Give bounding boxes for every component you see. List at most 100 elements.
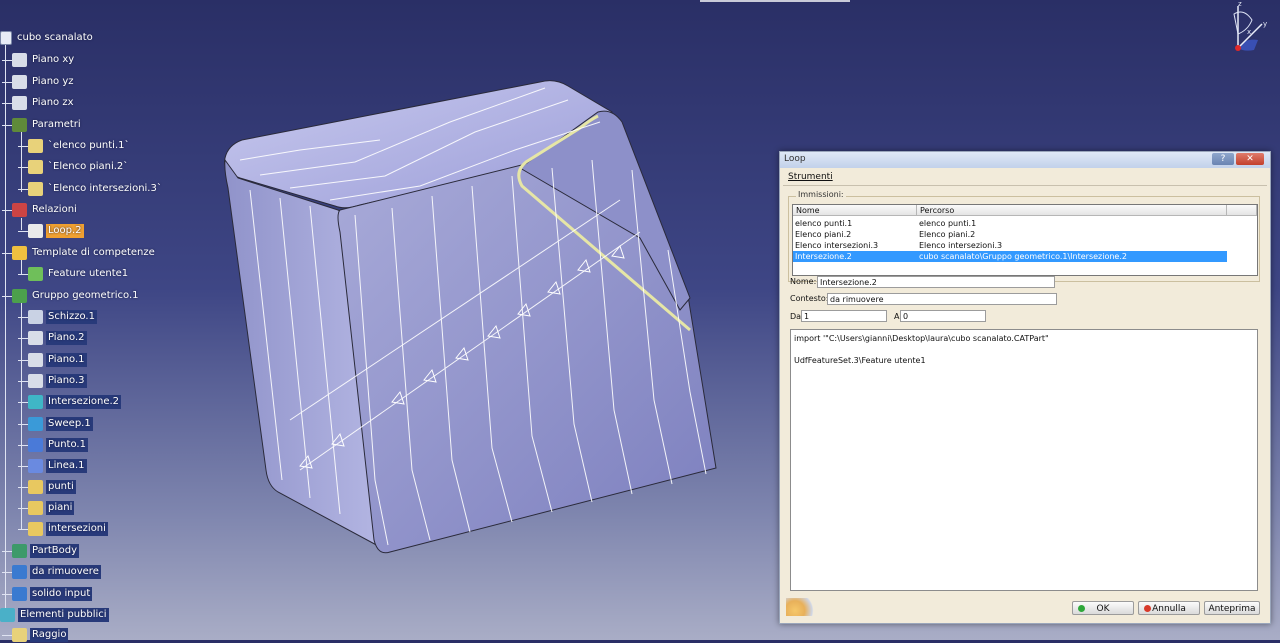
dialog-titlebar[interactable]: Loop ? ✕ <box>780 152 1270 168</box>
tree-node-label: Piano xy <box>32 54 75 65</box>
tree-node-label: piani <box>46 501 75 515</box>
tree-node-label: Relazioni <box>32 204 77 215</box>
body-icon <box>12 565 27 579</box>
specification-tree: cubo scanalato Piano xy Piano yz Piano zx P… <box>0 0 260 643</box>
tree-node[interactable]: `elenco punti.1` <box>28 138 131 154</box>
list-icon <box>28 501 43 515</box>
cell-nome: Elenco piani.2 <box>795 230 852 239</box>
tree-node[interactable]: Template di competenze <box>12 245 157 261</box>
parameters-icon <box>12 118 27 132</box>
tree-node[interactable]: Relazioni <box>12 202 79 218</box>
tree-node[interactable]: Intersezione.2 <box>28 394 122 410</box>
part-icon <box>0 31 12 45</box>
tree-node[interactable]: solido input <box>12 586 93 602</box>
tree-node[interactable]: Piano.1 <box>28 352 87 368</box>
list-icon <box>28 480 43 494</box>
tree-root-label: cubo scanalato <box>17 32 93 43</box>
tree-node[interactable]: Piano.3 <box>28 373 87 389</box>
a-label: A <box>894 312 900 321</box>
tree-node[interactable]: PartBody <box>12 543 79 559</box>
menu-strumenti[interactable]: Strumenti <box>788 172 833 182</box>
tree-node[interactable]: Punto.1 <box>28 437 88 453</box>
a-input[interactable]: 0 <box>900 310 986 322</box>
tree-node-label: Piano zx <box>32 97 74 108</box>
tree-node-label: Piano.2 <box>46 331 87 345</box>
plane-icon <box>12 75 27 89</box>
column-header-percorso[interactable]: Percorso <box>917 205 1227 216</box>
compass-icon[interactable]: z y x <box>1214 0 1274 60</box>
tree-node-label: `elenco punti.1` <box>48 140 130 151</box>
tree-node[interactable]: piani <box>28 500 75 516</box>
da-label: Da <box>790 312 802 321</box>
code-line: UdfFeatureSet.3\Feature utente1 <box>794 356 926 365</box>
compass-y-label: y <box>1263 20 1267 28</box>
tree-node[interactable]: `Elenco intersezioni.3` <box>28 181 164 197</box>
tree-node-label: solido input <box>30 587 93 601</box>
code-line: import '"C:\Users\gianni\Desktop\laura\c… <box>794 334 1049 343</box>
tree-node[interactable]: Piano xy <box>12 52 76 68</box>
tree-node-label: `Elenco piani.2` <box>48 161 129 172</box>
parameter-icon <box>28 160 43 174</box>
intersection-icon <box>28 395 43 409</box>
partbody-icon <box>12 544 27 558</box>
cell-percorso: cubo scanalato\Gruppo geometrico.1\Inter… <box>919 252 1127 261</box>
loop-dialog[interactable]: Loop ? ✕ Strumenti Immissioni: Nome Perc… <box>779 151 1271 624</box>
tree-root[interactable]: cubo scanalato <box>0 30 95 46</box>
close-button[interactable]: ✕ <box>1236 153 1264 165</box>
tree-node-label: Sweep.1 <box>46 417 93 431</box>
column-header-nome[interactable]: Nome <box>793 205 917 216</box>
tree-node[interactable]: da rimuovere <box>12 564 101 580</box>
tree-node[interactable]: `Elenco piani.2` <box>28 159 130 175</box>
tree-node[interactable]: Piano.2 <box>28 330 87 346</box>
tree-node-label: Gruppo geometrico.1 <box>32 290 139 301</box>
tree-node[interactable]: Piano yz <box>12 74 76 90</box>
table-row[interactable]: elenco punti.1 elenco punti.1 <box>793 218 1227 229</box>
sweep-icon <box>28 417 43 431</box>
tree-node-label: PartBody <box>30 544 79 558</box>
tree-node-label: Linea.1 <box>46 459 87 473</box>
tree-node[interactable]: Raggio <box>12 627 69 643</box>
help-button[interactable]: ? <box>1212 153 1234 165</box>
tree-node[interactable]: punti <box>28 479 76 495</box>
tree-node[interactable]: Piano zx <box>12 95 76 111</box>
table-row[interactable]: Elenco piani.2 Elenco piani.2 <box>793 229 1227 240</box>
ok-button[interactable]: OK <box>1072 601 1134 615</box>
cell-nome: elenco punti.1 <box>795 219 853 228</box>
publication-icon <box>0 608 15 622</box>
list-icon <box>28 522 43 536</box>
tree-node[interactable]: Schizzo.1 <box>28 309 97 325</box>
tree-node[interactable]: Gruppo geometrico.1 <box>12 288 141 304</box>
table-row[interactable]: Elenco intersezioni.3 Elenco intersezioni… <box>793 240 1227 251</box>
inputs-list[interactable]: Nome Percorso elenco punti.1 elenco punti… <box>792 204 1258 276</box>
script-editor[interactable]: import '"C:\Users\gianni\Desktop\laura\c… <box>790 329 1258 591</box>
tree-node-label: Intersezione.2 <box>46 395 122 409</box>
plane-icon <box>28 331 43 345</box>
column-header-extra[interactable] <box>1227 205 1257 216</box>
contesto-input[interactable]: da rimuovere <box>827 293 1057 305</box>
tree-node[interactable]: Elementi pubblici <box>0 607 109 623</box>
tree-node-label: Piano.3 <box>46 374 87 388</box>
preview-button[interactable]: Anteprima <box>1204 601 1260 615</box>
tree-node[interactable]: intersezioni <box>28 521 108 537</box>
tree-node[interactable]: Loop.2 <box>28 223 84 239</box>
cancel-button[interactable]: Annulla <box>1138 601 1200 615</box>
tree-node[interactable]: Feature utente1 <box>28 266 130 282</box>
da-input[interactable]: 1 <box>801 310 887 322</box>
point-icon <box>28 438 43 452</box>
tree-node-label: Piano.1 <box>46 353 87 367</box>
tree-node-label: Template di competenze <box>32 247 155 258</box>
compass-z-label: z <box>1238 0 1242 8</box>
tree-node-label: Punto.1 <box>46 438 88 452</box>
tree-node-label: da rimuovere <box>30 565 101 579</box>
cell-nome: Intersezione.2 <box>795 252 852 261</box>
cell-percorso: Elenco intersezioni.3 <box>919 241 1003 250</box>
dialog-title: Loop <box>784 154 806 164</box>
tree-node-label: Feature utente1 <box>48 268 129 279</box>
tree-node[interactable]: Parametri <box>12 117 83 133</box>
tree-node-label: Elementi pubblici <box>18 608 109 622</box>
tree-node[interactable]: Linea.1 <box>28 458 87 474</box>
table-row[interactable]: Intersezione.2 cubo scanalato\Gruppo geom… <box>793 251 1227 262</box>
nome-input[interactable]: Intersezione.2 <box>817 276 1055 288</box>
tree-node[interactable]: Sweep.1 <box>28 416 93 432</box>
